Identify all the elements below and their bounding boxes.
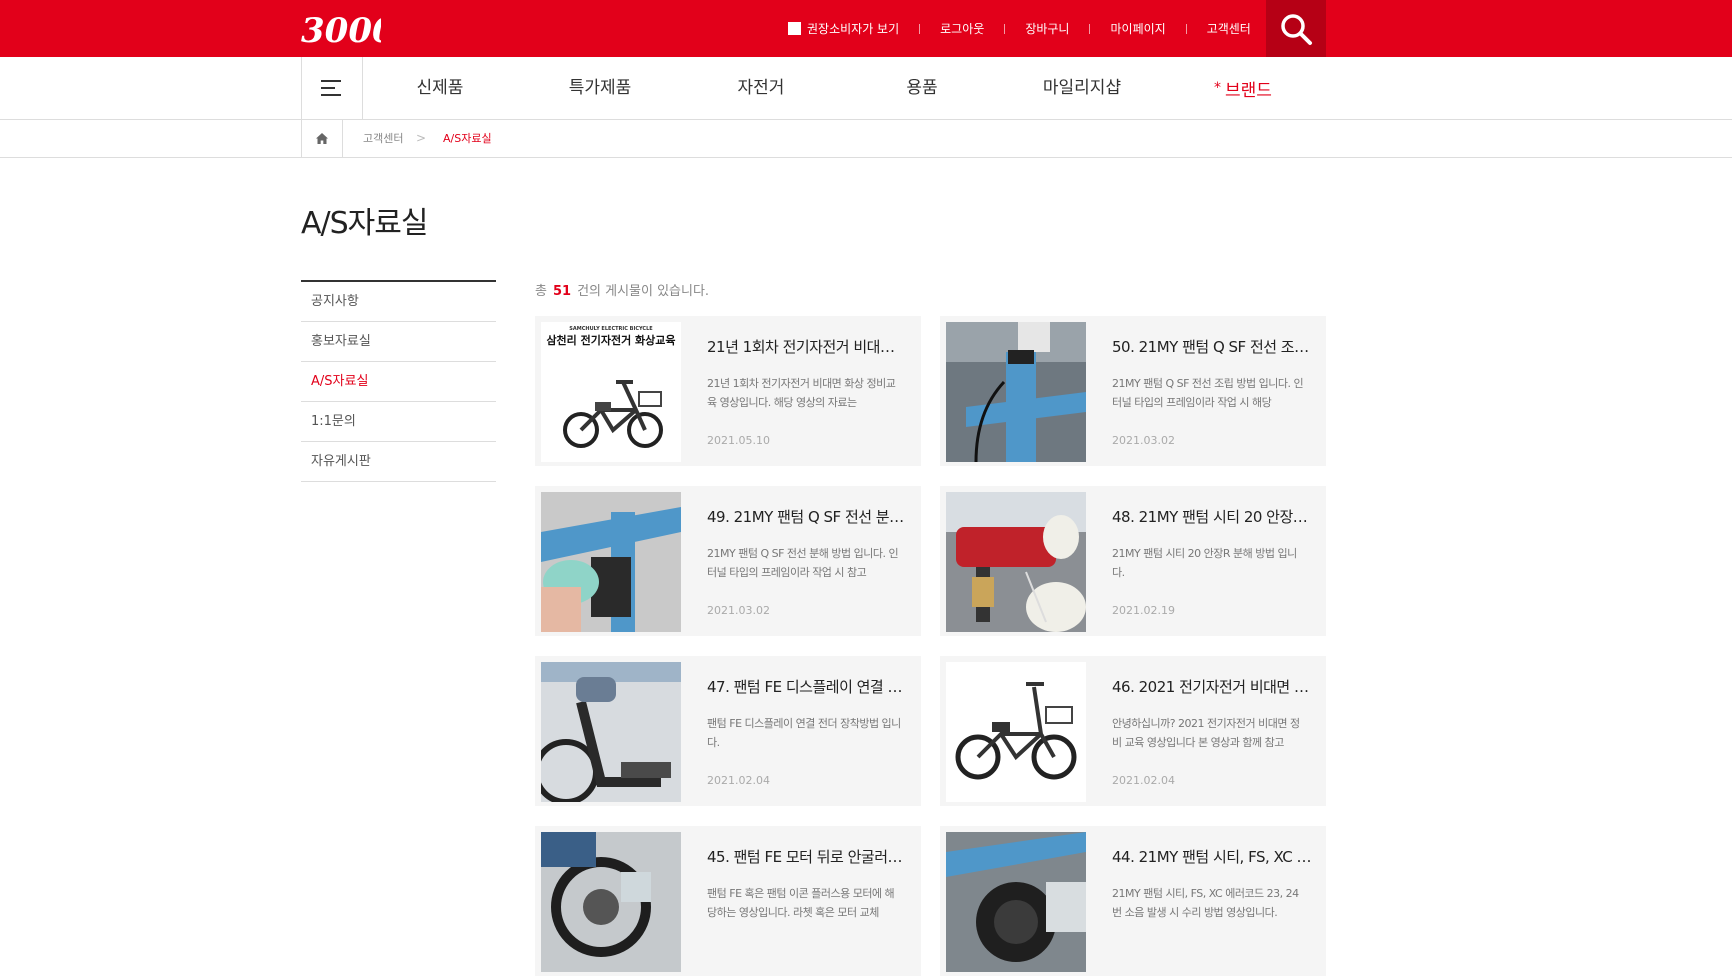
post-thumbnail[interactable] bbox=[946, 492, 1086, 632]
post-card[interactable]: SAMCHULY ELECTRIC BICYCLE 삼천리 전기자전거 화상교육… bbox=[535, 316, 921, 466]
retail-price-checkbox[interactable] bbox=[788, 22, 801, 35]
logout-link[interactable]: 로그아웃 bbox=[940, 20, 984, 37]
svg-text:SAMCHULY ELECTRIC BICYCLE: SAMCHULY ELECTRIC BICYCLE bbox=[569, 326, 653, 332]
hamburger-icon bbox=[321, 80, 341, 96]
post-title[interactable]: 46. 2021 전기자전거 비대면 정비 교육 bbox=[1112, 676, 1312, 697]
post-thumbnail[interactable] bbox=[946, 832, 1086, 972]
post-card[interactable]: 48. 21MY 팬텀 시티 20 안장R 분해 방법 21MY 팬텀 시티 2… bbox=[940, 486, 1326, 636]
post-title[interactable]: 47. 팬텀 FE 디스플레이 연결 전더 장착방법 bbox=[707, 676, 907, 697]
post-card[interactable]: 46. 2021 전기자전거 비대면 정비 교육 안녕하십니까? 2021 전기… bbox=[940, 656, 1326, 806]
post-title[interactable]: 45. 팬텀 FE 모터 뒤로 안굴러갈 때 bbox=[707, 846, 907, 867]
post-card[interactable]: 45. 팬텀 FE 모터 뒤로 안굴러갈 때 팬텀 FE 혹은 팬텀 이콘 플러… bbox=[535, 826, 921, 976]
post-desc: 21MY 팬텀 Q SF 전선 조립 방법 입니다. 인터널 타입의 프레임이라… bbox=[1112, 377, 1304, 409]
post-thumbnail[interactable] bbox=[946, 322, 1086, 462]
post-card[interactable]: 50. 21MY 팬텀 Q SF 전선 조립 방법 21MY 팬텀 Q SF 전… bbox=[940, 316, 1326, 466]
post-date: 2021.02.04 bbox=[707, 774, 770, 787]
main-nav: 신제품 특가제품 자전거 용품 마일리지샵 * 브랜드 bbox=[0, 57, 1732, 120]
post-desc: 21MY 팬텀 Q SF 전선 분해 방법 입니다. 인터널 타입의 프레임이라… bbox=[707, 547, 899, 579]
side-item-notice[interactable]: 공지사항 bbox=[301, 282, 496, 322]
post-title[interactable]: 49. 21MY 팬텀 Q SF 전선 분해 방법 bbox=[707, 506, 907, 527]
nav-accessories[interactable]: 용품 bbox=[862, 57, 982, 119]
post-desc: 21MY 팬텀 시티, FS, XC 에러코드 23, 24번 소음 발생 시 … bbox=[1112, 887, 1299, 919]
post-count-number: 51 bbox=[552, 284, 572, 299]
post-title[interactable]: 44. 21MY 팬텀 시티, FS, XC 에러코드 bbox=[1112, 846, 1312, 867]
retail-price-toggle[interactable]: 권장소비자가 보기 bbox=[788, 20, 899, 37]
divider bbox=[1185, 23, 1187, 34]
side-item-promo[interactable]: 홍보자료실 bbox=[301, 322, 496, 362]
breadcrumb-home[interactable] bbox=[301, 120, 343, 157]
svg-text:삼천리 전기자전거 화상교육: 삼천리 전기자전거 화상교육 bbox=[546, 333, 675, 347]
post-thumbnail[interactable] bbox=[541, 492, 681, 632]
post-thumbnail[interactable] bbox=[946, 662, 1086, 802]
post-count-prefix: 총 bbox=[535, 284, 547, 299]
breadcrumb-separator: > bbox=[416, 131, 427, 145]
search-icon bbox=[1281, 13, 1312, 45]
post-desc: 안녕하십니까? 2021 전기자전거 비대면 정비 교육 영상입니다 본 영상과… bbox=[1112, 717, 1300, 749]
cart-link[interactable]: 장바구니 bbox=[1025, 20, 1069, 37]
home-icon bbox=[316, 133, 328, 144]
post-title[interactable]: 48. 21MY 팬텀 시티 20 안장R 분해 방법 bbox=[1112, 506, 1312, 527]
post-date: 2021.03.02 bbox=[1112, 434, 1175, 447]
divider bbox=[1089, 23, 1091, 34]
nav-mileage-shop[interactable]: 마일리지샵 bbox=[1022, 57, 1142, 119]
post-thumbnail[interactable] bbox=[541, 832, 681, 972]
post-card[interactable]: 44. 21MY 팬텀 시티, FS, XC 에러코드 21MY 팬텀 시티, … bbox=[940, 826, 1326, 976]
svg-text:3000: 3000 bbox=[301, 11, 381, 48]
breadcrumb-customer-center[interactable]: 고객센터 bbox=[363, 120, 403, 157]
nav-brand-label: 브랜드 bbox=[1225, 81, 1272, 101]
divider bbox=[919, 23, 921, 34]
post-title[interactable]: 50. 21MY 팬텀 Q SF 전선 조립 방법 bbox=[1112, 336, 1312, 357]
brand-logo[interactable]: 3000 bbox=[301, 10, 381, 48]
all-menu-button[interactable] bbox=[301, 57, 363, 119]
post-count: 총 51 건의 게시물이 있습니다. bbox=[535, 280, 709, 299]
post-desc: 팬텀 FE 디스플레이 연결 전더 장착방법 입니다. bbox=[707, 717, 901, 749]
side-item-free-board[interactable]: 자유게시판 bbox=[301, 442, 496, 482]
retail-price-label: 권장소비자가 보기 bbox=[807, 22, 900, 36]
post-desc: 21MY 팬텀 시티 20 안장R 분해 방법 입니다. bbox=[1112, 547, 1297, 579]
post-count-suffix: 건의 게시물이 있습니다. bbox=[577, 284, 710, 299]
post-desc: 21년 1회차 전기자전거 비대면 화상 정비교육 영상입니다. 해당 영상의 … bbox=[707, 377, 896, 409]
breadcrumb-current: A/S자료실 bbox=[443, 132, 492, 145]
mypage-link[interactable]: 마이페이지 bbox=[1110, 20, 1165, 37]
side-item-as[interactable]: A/S자료실 bbox=[301, 362, 496, 402]
search-button[interactable] bbox=[1266, 0, 1326, 57]
post-date: 2021.02.19 bbox=[1112, 604, 1175, 617]
post-desc: 팬텀 FE 혹은 팬텀 이콘 플러스용 모터에 해당하는 영상입니다. 라쳇 혹… bbox=[707, 887, 895, 919]
nav-special-products[interactable]: 특가제품 bbox=[540, 57, 660, 119]
divider bbox=[1004, 23, 1006, 34]
brand-star-mark: * bbox=[1214, 80, 1222, 96]
side-nav: 공지사항 홍보자료실 A/S자료실 1:1문의 자유게시판 bbox=[301, 280, 496, 482]
post-thumbnail[interactable]: SAMCHULY ELECTRIC BICYCLE 삼천리 전기자전거 화상교육 bbox=[541, 322, 681, 462]
nav-bicycles[interactable]: 자전거 bbox=[701, 57, 821, 119]
nav-brand[interactable]: * 브랜드 bbox=[1183, 57, 1303, 119]
nav-new-products[interactable]: 신제품 bbox=[380, 57, 500, 119]
post-date: 2021.02.04 bbox=[1112, 774, 1175, 787]
post-title[interactable]: 21년 1회차 전기자전거 비대면 화상 정비교육 bbox=[707, 336, 907, 357]
post-date: 2021.05.10 bbox=[707, 434, 770, 447]
post-date: 2021.03.02 bbox=[707, 604, 770, 617]
page-title: A/S자료실 bbox=[301, 206, 428, 241]
breadcrumb: 고객센터 > A/S자료실 bbox=[0, 120, 1732, 158]
post-card[interactable]: 47. 팬텀 FE 디스플레이 연결 전더 장착방법 팬텀 FE 디스플레이 연… bbox=[535, 656, 921, 806]
post-thumbnail[interactable] bbox=[541, 662, 681, 802]
top-bar: 3000 권장소비자가 보기 로그아웃 장바구니 마이페이지 고객센터 bbox=[0, 0, 1732, 57]
util-nav: 권장소비자가 보기 로그아웃 장바구니 마이페이지 고객센터 bbox=[788, 0, 1251, 57]
customer-center-link[interactable]: 고객센터 bbox=[1207, 20, 1251, 37]
side-item-inquiry[interactable]: 1:1문의 bbox=[301, 402, 496, 442]
post-card[interactable]: 49. 21MY 팬텀 Q SF 전선 분해 방법 21MY 팬텀 Q SF 전… bbox=[535, 486, 921, 636]
